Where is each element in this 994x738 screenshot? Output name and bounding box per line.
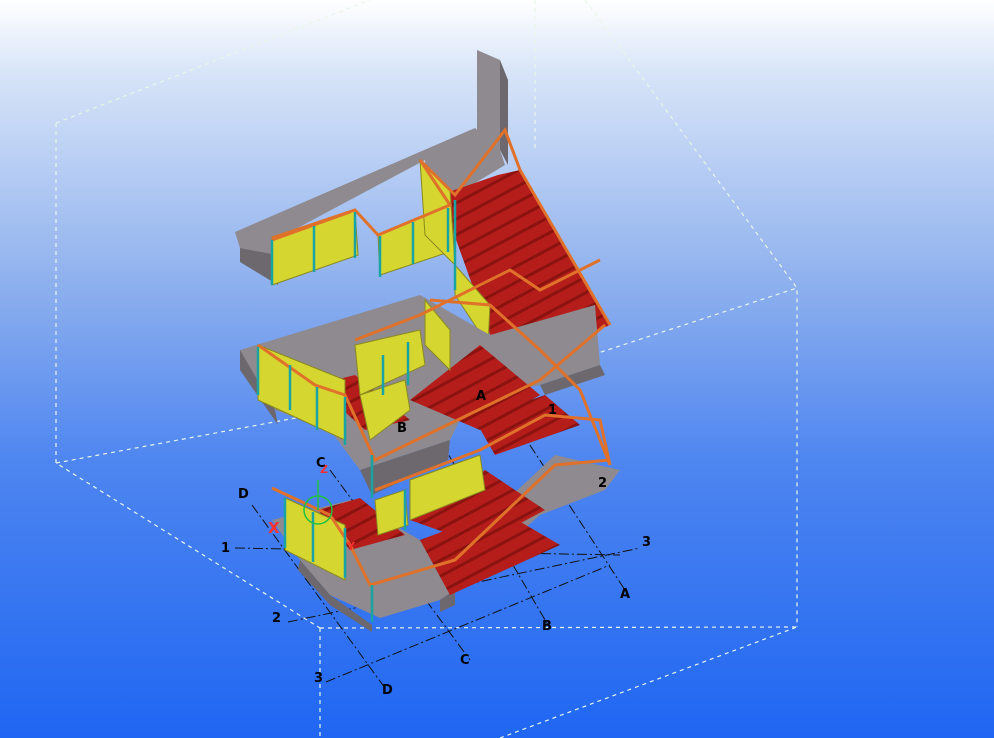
stair-model-scene[interactable]: X Y Z 1 2 3 3 A B C D D A B C 1 2 <box>0 0 994 738</box>
stair-label-2: 2 <box>598 476 607 491</box>
grid-label-row-3: 3 <box>314 671 323 686</box>
axis-y-label: Y <box>346 540 356 553</box>
stair-label-b: B <box>397 421 407 436</box>
grid-label-col-d: D <box>382 683 393 698</box>
grid-label-row-1: 1 <box>221 541 230 556</box>
grid-label-row-3-right: 3 <box>642 535 651 550</box>
stair-label-c: C <box>316 456 326 471</box>
model-viewport[interactable]: X Y Z 1 2 3 3 A B C D D A B C 1 2 <box>0 0 994 738</box>
grid-label-col-d-top: D <box>238 487 249 502</box>
grid-label-col-c: C <box>460 653 470 668</box>
grid-label-col-a: A <box>620 587 630 602</box>
stair-label-a: A <box>476 389 486 404</box>
grid-label-col-b: B <box>542 619 552 634</box>
grid-label-row-2: 2 <box>272 611 281 626</box>
stair-label-1: 1 <box>548 403 557 418</box>
axis-x-label: X <box>268 519 280 537</box>
